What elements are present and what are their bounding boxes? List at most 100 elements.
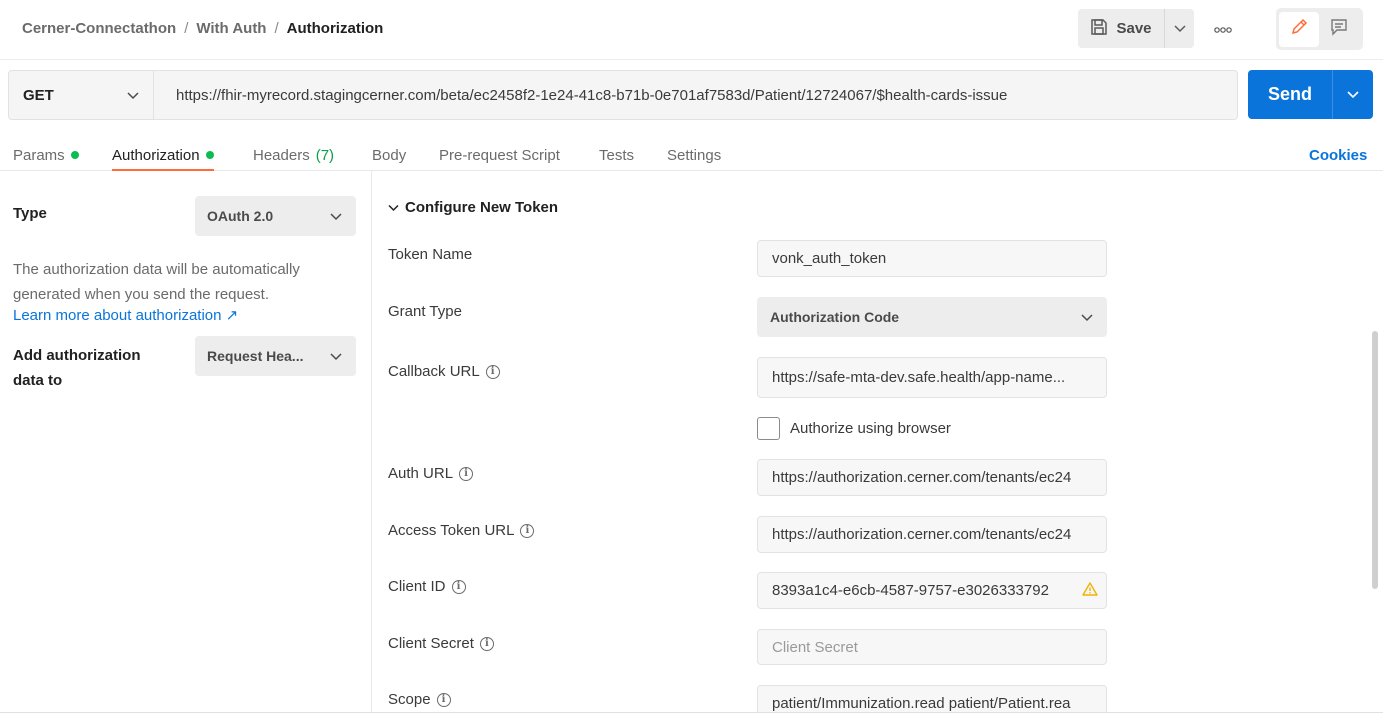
- tab-label: Body: [372, 146, 407, 164]
- tab-label: Settings: [667, 146, 722, 164]
- comments-mode-button[interactable]: [1319, 12, 1359, 47]
- info-icon[interactable]: i: [520, 523, 535, 538]
- info-icon[interactable]: i: [451, 579, 466, 594]
- chevron-down-icon: [1173, 20, 1186, 38]
- save-label: Save: [1116, 20, 1152, 37]
- send-options-button[interactable]: [1332, 70, 1373, 119]
- breadcrumb-folder[interactable]: With Auth: [196, 20, 266, 37]
- breadcrumb-separator: /: [274, 20, 279, 37]
- send-button-group: Send: [1248, 70, 1373, 119]
- type-label: Type: [13, 205, 47, 222]
- add-auth-data-value: Request Hea...: [207, 348, 304, 364]
- client-id-label: Client ID i: [388, 578, 466, 595]
- status-dot: [205, 151, 214, 159]
- grant-type-select[interactable]: Authorization Code: [757, 297, 1107, 337]
- scope-label: Scope i: [388, 691, 451, 708]
- cookies-link[interactable]: Cookies: [1309, 140, 1367, 170]
- tab-authorization[interactable]: Authorization: [112, 140, 214, 171]
- chevron-down-icon: [1347, 86, 1359, 104]
- window-edge: [1383, 0, 1395, 721]
- chevron-down-icon: [330, 208, 342, 224]
- auth-type-panel: Type OAuth 2.0 The authorization data wi…: [0, 171, 372, 712]
- breadcrumb: Cerner-Connectathon / With Auth / Author…: [22, 20, 383, 37]
- callback-url-input[interactable]: https://safe-mta-dev.safe.health/app-nam…: [757, 357, 1107, 398]
- request-tabs: Params Authorization Headers (7) Body Pr…: [0, 130, 1383, 171]
- info-icon[interactable]: i: [485, 364, 500, 379]
- tab-label: Params: [13, 146, 65, 164]
- more-horizontal-icon: [1214, 20, 1232, 38]
- token-config-panel: Configure New Token Token Name vonk_auth…: [372, 171, 1372, 712]
- client-secret-input[interactable]: Client Secret: [757, 629, 1107, 665]
- token-name-input[interactable]: vonk_auth_token: [757, 240, 1107, 277]
- status-dot: [70, 151, 79, 159]
- send-button[interactable]: Send: [1248, 70, 1332, 119]
- tab-headers[interactable]: Headers (7): [253, 140, 334, 170]
- label-text: Access Token URL: [388, 522, 515, 539]
- add-auth-data-select[interactable]: Request Hea...: [195, 336, 356, 376]
- chevron-down-icon: [388, 199, 399, 216]
- tab-label: Tests: [599, 146, 635, 164]
- label-text: Client ID: [388, 578, 446, 595]
- access-token-url-label: Access Token URL i: [388, 522, 535, 539]
- callback-url-label: Callback URL i: [388, 363, 500, 380]
- client-id-value: 8393a1c4-e6cb-4587-9757-e3026333792: [772, 582, 1049, 599]
- info-icon[interactable]: i: [459, 466, 474, 481]
- label-text: Auth URL: [388, 465, 454, 482]
- section-title: Configure New Token: [405, 199, 559, 216]
- method-select[interactable]: GET: [9, 71, 154, 119]
- info-icon[interactable]: i: [479, 636, 494, 651]
- label-text: Grant Type: [388, 303, 462, 320]
- page-title[interactable]: Authorization: [287, 20, 384, 37]
- warning-icon[interactable]: [1082, 581, 1098, 600]
- tab-tests[interactable]: Tests: [599, 140, 634, 170]
- chevron-down-icon: [127, 87, 139, 104]
- panel-scrollbar[interactable]: [1370, 171, 1380, 712]
- label-text: Client Secret: [388, 635, 474, 652]
- tab-pre-request-script[interactable]: Pre-request Script: [439, 140, 560, 170]
- headers-count: (7): [315, 146, 335, 164]
- header: Cerner-Connectathon / With Auth / Author…: [0, 0, 1383, 60]
- tab-label: Headers: [253, 146, 310, 164]
- grant-type-label: Grant Type: [388, 303, 462, 320]
- label-text: Callback URL: [388, 363, 480, 380]
- grant-type-value: Authorization Code: [770, 309, 900, 325]
- tab-params[interactable]: Params: [13, 140, 79, 170]
- tab-settings[interactable]: Settings: [667, 140, 721, 170]
- learn-more-link[interactable]: Learn more about authorization ↗: [13, 306, 238, 324]
- authorize-browser-row: Authorize using browser: [757, 417, 951, 440]
- view-mode-toggle: [1276, 8, 1363, 50]
- label-text: Scope: [388, 691, 431, 708]
- more-options-button[interactable]: [1207, 14, 1239, 44]
- save-icon: [1090, 18, 1108, 40]
- tab-body[interactable]: Body: [372, 140, 406, 170]
- breadcrumb-separator: /: [184, 20, 189, 37]
- url-input[interactable]: https://fhir-myrecord.stagingcerner.com/…: [154, 71, 1237, 119]
- auth-type-select[interactable]: OAuth 2.0: [195, 196, 356, 236]
- configure-token-toggle[interactable]: Configure New Token: [388, 199, 558, 216]
- auth-help-text: The authorization data will be automatic…: [13, 261, 300, 303]
- add-auth-data-label: Add authorization data to: [13, 347, 141, 389]
- tab-label: Pre-request Script: [439, 146, 560, 164]
- client-id-field[interactable]: 8393a1c4-e6cb-4587-9757-e3026333792: [757, 572, 1107, 609]
- info-icon[interactable]: i: [436, 692, 451, 707]
- auth-url-label: Auth URL i: [388, 465, 474, 482]
- edit-mode-button[interactable]: [1279, 11, 1319, 47]
- tab-label: Authorization: [112, 146, 200, 164]
- save-options-button[interactable]: [1164, 9, 1194, 48]
- access-token-url-input[interactable]: https://authorization.cerner.com/tenants…: [757, 516, 1107, 553]
- authorize-browser-checkbox[interactable]: [757, 417, 780, 440]
- breadcrumb-collection[interactable]: Cerner-Connectathon: [22, 20, 176, 37]
- scrollbar-thumb[interactable]: [1372, 331, 1378, 589]
- request-url-bar: GET https://fhir-myrecord.stagingcerner.…: [8, 70, 1238, 120]
- save-button[interactable]: Save: [1078, 9, 1164, 48]
- auth-url-input[interactable]: https://authorization.cerner.com/tenants…: [757, 459, 1107, 496]
- client-secret-label: Client Secret i: [388, 635, 494, 652]
- save-button-group: Save: [1078, 9, 1194, 48]
- method-value: GET: [23, 86, 54, 104]
- divider: [0, 712, 1383, 713]
- label-text: Token Name: [388, 246, 473, 263]
- scope-input[interactable]: patient/Immunization.read patient/Patien…: [757, 685, 1107, 712]
- chevron-down-icon: [330, 348, 342, 364]
- chevron-down-icon: [1081, 309, 1093, 325]
- postman-request-editor: Cerner-Connectathon / With Auth / Author…: [0, 0, 1395, 721]
